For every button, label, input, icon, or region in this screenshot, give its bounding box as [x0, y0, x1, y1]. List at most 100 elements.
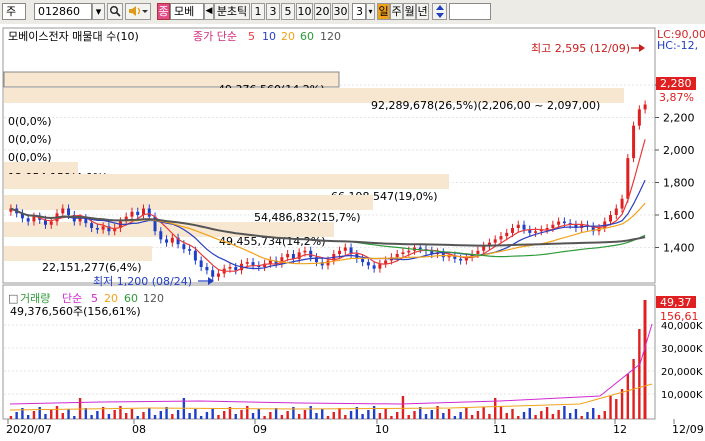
volume-bar [107, 414, 111, 419]
interval-10-button[interactable]: 10 [296, 3, 313, 20]
candle-body [234, 267, 238, 271]
volume-icon: □ [8, 292, 18, 305]
x-tick-label: 10 [375, 423, 389, 436]
volume-bar [309, 406, 312, 419]
high-label: 최고 2,595 (12/09) [531, 42, 630, 55]
volume-bar [488, 414, 491, 419]
tick-interval-button[interactable]: 분초틱 [214, 3, 250, 20]
stock-code-dropdown[interactable]: ▾ [92, 3, 105, 20]
candle-body [476, 250, 480, 254]
volume-bar [586, 412, 589, 419]
hc-label: HC:-12, [657, 39, 698, 52]
volume-bar [517, 416, 520, 419]
volume-bar [332, 412, 335, 419]
volume-tick-label: 10,000K [661, 390, 703, 401]
candle-body [562, 221, 566, 224]
candle-body [643, 104, 647, 110]
price-tick-label: 1,800 [663, 177, 695, 190]
volume-tick-label: 30,000K [661, 344, 703, 355]
candle-body [551, 224, 555, 228]
candle-body [216, 273, 220, 277]
period-week-button[interactable]: 주 [390, 3, 403, 20]
chevron-down-icon: ▾ [368, 7, 373, 16]
candle-body [182, 244, 186, 250]
volume-bar [55, 406, 59, 419]
volume-profile-bar [4, 174, 449, 189]
stock-code-input[interactable]: 012860 [34, 3, 92, 20]
volume-bar [205, 412, 209, 419]
volume-ma-label: 단순 [62, 292, 82, 305]
period-month-button[interactable]: 월 [403, 3, 416, 20]
volume-bar [211, 408, 214, 419]
candle-body [511, 228, 515, 233]
volume-bar [136, 416, 139, 419]
market-select-value: 주 [6, 5, 17, 18]
stock-code-value: 012860 [38, 5, 80, 18]
volume-bar [315, 413, 318, 419]
pct-change-value: 3,87% [659, 91, 694, 104]
candle-body [205, 267, 209, 271]
period-day-button[interactable]: 일 [377, 3, 390, 20]
volume-bar [26, 415, 30, 419]
count-input[interactable]: 3 [352, 3, 366, 20]
up-down-arrow-icon [435, 5, 444, 18]
candle-body [401, 252, 405, 254]
x-tick-label: 11 [493, 423, 507, 436]
volume-bar [96, 411, 99, 419]
volume-bar [234, 414, 237, 419]
volume-ma-20-label: 20 [104, 292, 118, 305]
candle-body [522, 224, 526, 230]
candle-body [343, 247, 347, 251]
volume-panel-title: 거래량 [20, 292, 50, 305]
candle-body [418, 247, 422, 250]
date-input[interactable] [449, 3, 491, 20]
volume-bar [505, 413, 508, 419]
volume-value-box-text: 49,37 [660, 296, 692, 309]
volume-bar [430, 410, 433, 419]
volume-ma-120-label: 120 [143, 292, 164, 305]
speaker-button[interactable] [125, 3, 151, 20]
toolbar: 주 012860 ▾ 종 모베 ◀ 분초틱 1 3 5 10 20 30 3 ▾ [0, 0, 705, 25]
candle-body [614, 208, 618, 215]
volume-bar [528, 408, 532, 419]
volume-bar [15, 412, 18, 419]
volume-bar [390, 416, 393, 419]
interval-5-button[interactable]: 5 [281, 3, 295, 20]
volume-bar [90, 415, 93, 419]
volume-bar [557, 410, 560, 419]
volume-bar [344, 415, 347, 419]
candle-body [188, 249, 192, 251]
volume-bar [511, 409, 514, 419]
volume-bar [568, 413, 572, 419]
candle-body [637, 109, 641, 126]
candle-body [632, 125, 636, 159]
volume-bar [626, 374, 630, 419]
candle-body [199, 260, 203, 267]
volume-bar [459, 412, 462, 419]
volume-bar [130, 409, 134, 419]
market-select[interactable]: 주 [2, 3, 26, 20]
volume-tick-label: 20,000K [661, 367, 703, 378]
interval-30-button[interactable]: 30 [332, 3, 349, 20]
interval-20-button[interactable]: 20 [314, 3, 331, 20]
search-button[interactable] [107, 3, 123, 20]
period-year-button[interactable]: 년 [416, 3, 429, 20]
volume-bar [372, 406, 376, 419]
sort-button[interactable] [432, 3, 447, 20]
stock-chart[interactable]: 49,376,560(14,2%)92,289,678(26,5%)(2,206… [0, 24, 705, 441]
volume-bar [44, 414, 47, 419]
interval-3-button[interactable]: 3 [266, 3, 280, 20]
volume-bar [563, 406, 566, 419]
volume-bar [188, 413, 191, 419]
volume-ma-5-label: 5 [91, 292, 98, 305]
volume-bar [73, 416, 76, 419]
candle-body [493, 239, 497, 243]
candle-body [366, 262, 370, 266]
nav-left-button[interactable]: ◀ [204, 3, 214, 20]
candle-body [49, 221, 53, 225]
volume-bar [32, 411, 36, 419]
volume-bar [257, 409, 261, 419]
candle-body [378, 263, 382, 269]
interval-1-button[interactable]: 1 [251, 3, 265, 20]
count-dropdown[interactable]: ▾ [366, 3, 375, 20]
